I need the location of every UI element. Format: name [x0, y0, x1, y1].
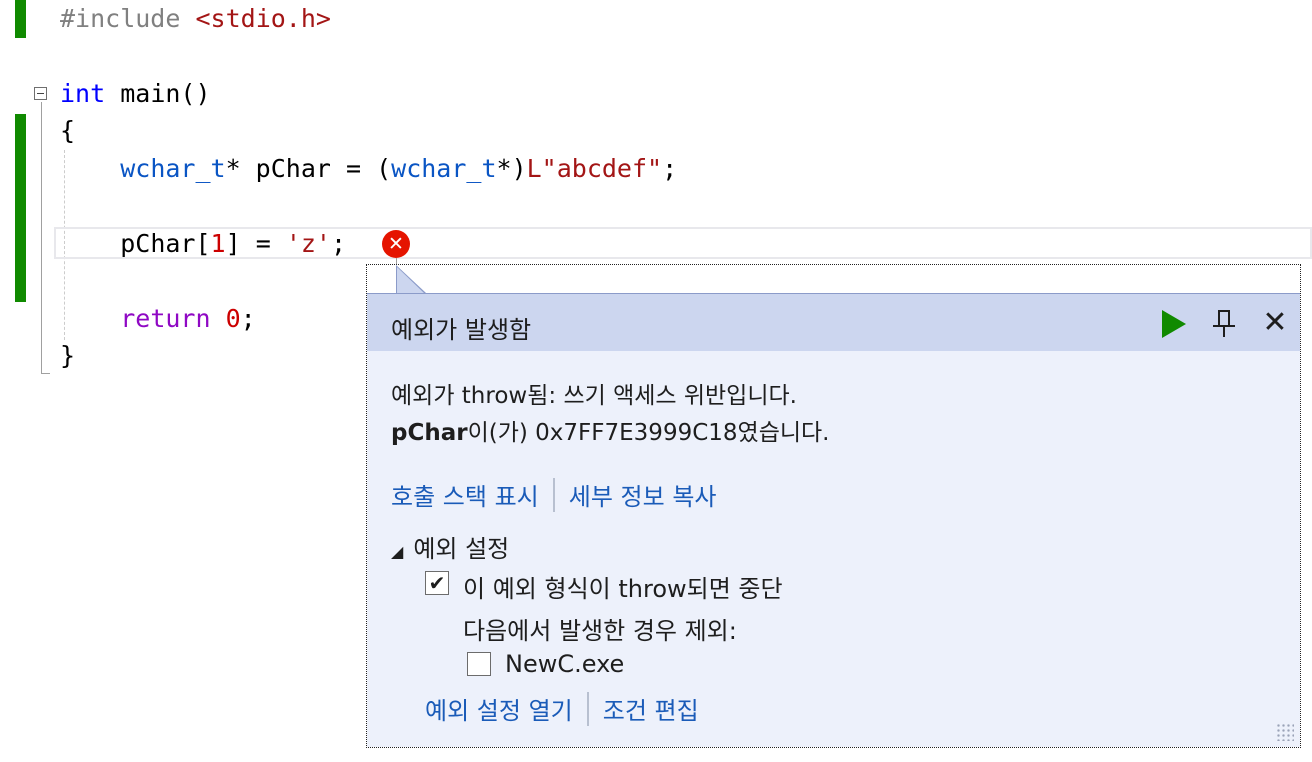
collapse-triangle-icon: ◢	[391, 542, 404, 561]
decl-cast-end: *)	[496, 154, 527, 183]
continue-icon[interactable]	[1162, 310, 1186, 338]
code-line-close-brace[interactable]: }	[60, 338, 75, 374]
exception-address: 이(가) 0x7FF7E3999C18였습니다.	[467, 420, 830, 446]
popup-title: 예외가 발생함	[391, 316, 532, 344]
assign-mid: ] =	[225, 229, 286, 258]
collapse-icon[interactable]	[34, 87, 47, 100]
assign-end: ;	[330, 229, 347, 258]
decl-literal: L"abcdef"	[526, 154, 663, 183]
code-line-open-brace[interactable]: {	[60, 113, 75, 149]
return-value: 0	[225, 304, 241, 333]
code-line-assignment[interactable]: pChar[1] = 'z';	[60, 226, 346, 262]
return-keyword: return	[120, 304, 211, 333]
break-on-throw-checkbox[interactable]: ✔	[425, 571, 449, 595]
edit-conditions-link[interactable]: 조건 편집	[603, 691, 699, 726]
exception-settings-label: 예외 설정	[413, 535, 510, 563]
main-signature: main()	[120, 79, 211, 108]
return-end: ;	[240, 304, 256, 333]
outline-guide	[41, 102, 42, 374]
show-call-stack-link[interactable]: 호출 스택 표시	[391, 477, 539, 512]
module-checkbox[interactable]	[467, 652, 491, 676]
close-brace: }	[60, 341, 76, 370]
code-line-main[interactable]: int main()	[60, 76, 211, 112]
assign-char-literal: 'z'	[285, 229, 331, 258]
code-line-return[interactable]: return 0;	[60, 301, 256, 337]
close-icon[interactable]: ✕	[1260, 308, 1290, 338]
action-links: 호출 스택 표시 세부 정보 복사	[391, 477, 717, 512]
decl-type: wchar_t	[120, 154, 226, 183]
decl-rest: * pChar = (	[225, 154, 392, 183]
error-icon[interactable]: ✕	[382, 230, 410, 258]
popup-body: 예외가 throw됨: 쓰기 액세스 위반입니다. pChar이(가) 0x7F…	[367, 351, 1300, 747]
module-label: NewC.exe	[505, 650, 625, 678]
resize-grip-icon[interactable]	[1276, 723, 1294, 741]
open-brace: {	[60, 116, 76, 145]
exception-popup: 예외가 발생함 ✕ 예외가 throw됨: 쓰기 액세스 위반입니다. pCha…	[366, 264, 1301, 748]
outline-guide-end	[41, 373, 50, 374]
exception-settings-toggle[interactable]: ◢ 예외 설정	[391, 529, 509, 564]
decl-cast-type: wchar_t	[391, 154, 497, 183]
change-bar	[15, 0, 26, 38]
copy-details-link[interactable]: 세부 정보 복사	[569, 477, 717, 512]
except-when-label: 다음에서 발생한 경우 제외:	[463, 617, 737, 645]
code-line-declaration[interactable]: wchar_t* pChar = (wchar_t*)L"abcdef";	[60, 151, 677, 187]
settings-links: 예외 설정 열기 조건 편집	[425, 691, 699, 726]
code-line-include[interactable]: #include <stdio.h>	[60, 1, 331, 37]
exception-message: 예외가 throw됨: 쓰기 액세스 위반입니다.	[391, 383, 797, 409]
include-directive: #include	[60, 4, 181, 33]
link-separator	[552, 477, 555, 512]
include-header: <stdio.h>	[195, 4, 331, 33]
change-bar	[15, 114, 26, 302]
exception-variable: pChar	[391, 420, 468, 446]
pin-icon[interactable]	[1210, 308, 1240, 338]
exception-detail: pChar이(가) 0x7FF7E3999C18였습니다.	[391, 413, 829, 447]
popup-pointer-fill	[397, 267, 424, 293]
assign-lhs: pChar[	[120, 229, 211, 258]
link-separator	[586, 691, 589, 726]
popup-header: 예외가 발생함 ✕	[367, 293, 1300, 351]
break-on-throw-label: 이 예외 형식이 throw되면 중단	[463, 575, 783, 603]
main-return-type: int	[60, 79, 106, 108]
open-exception-settings-link[interactable]: 예외 설정 열기	[425, 691, 573, 726]
decl-end: ;	[662, 154, 678, 183]
assign-index: 1	[210, 229, 226, 258]
